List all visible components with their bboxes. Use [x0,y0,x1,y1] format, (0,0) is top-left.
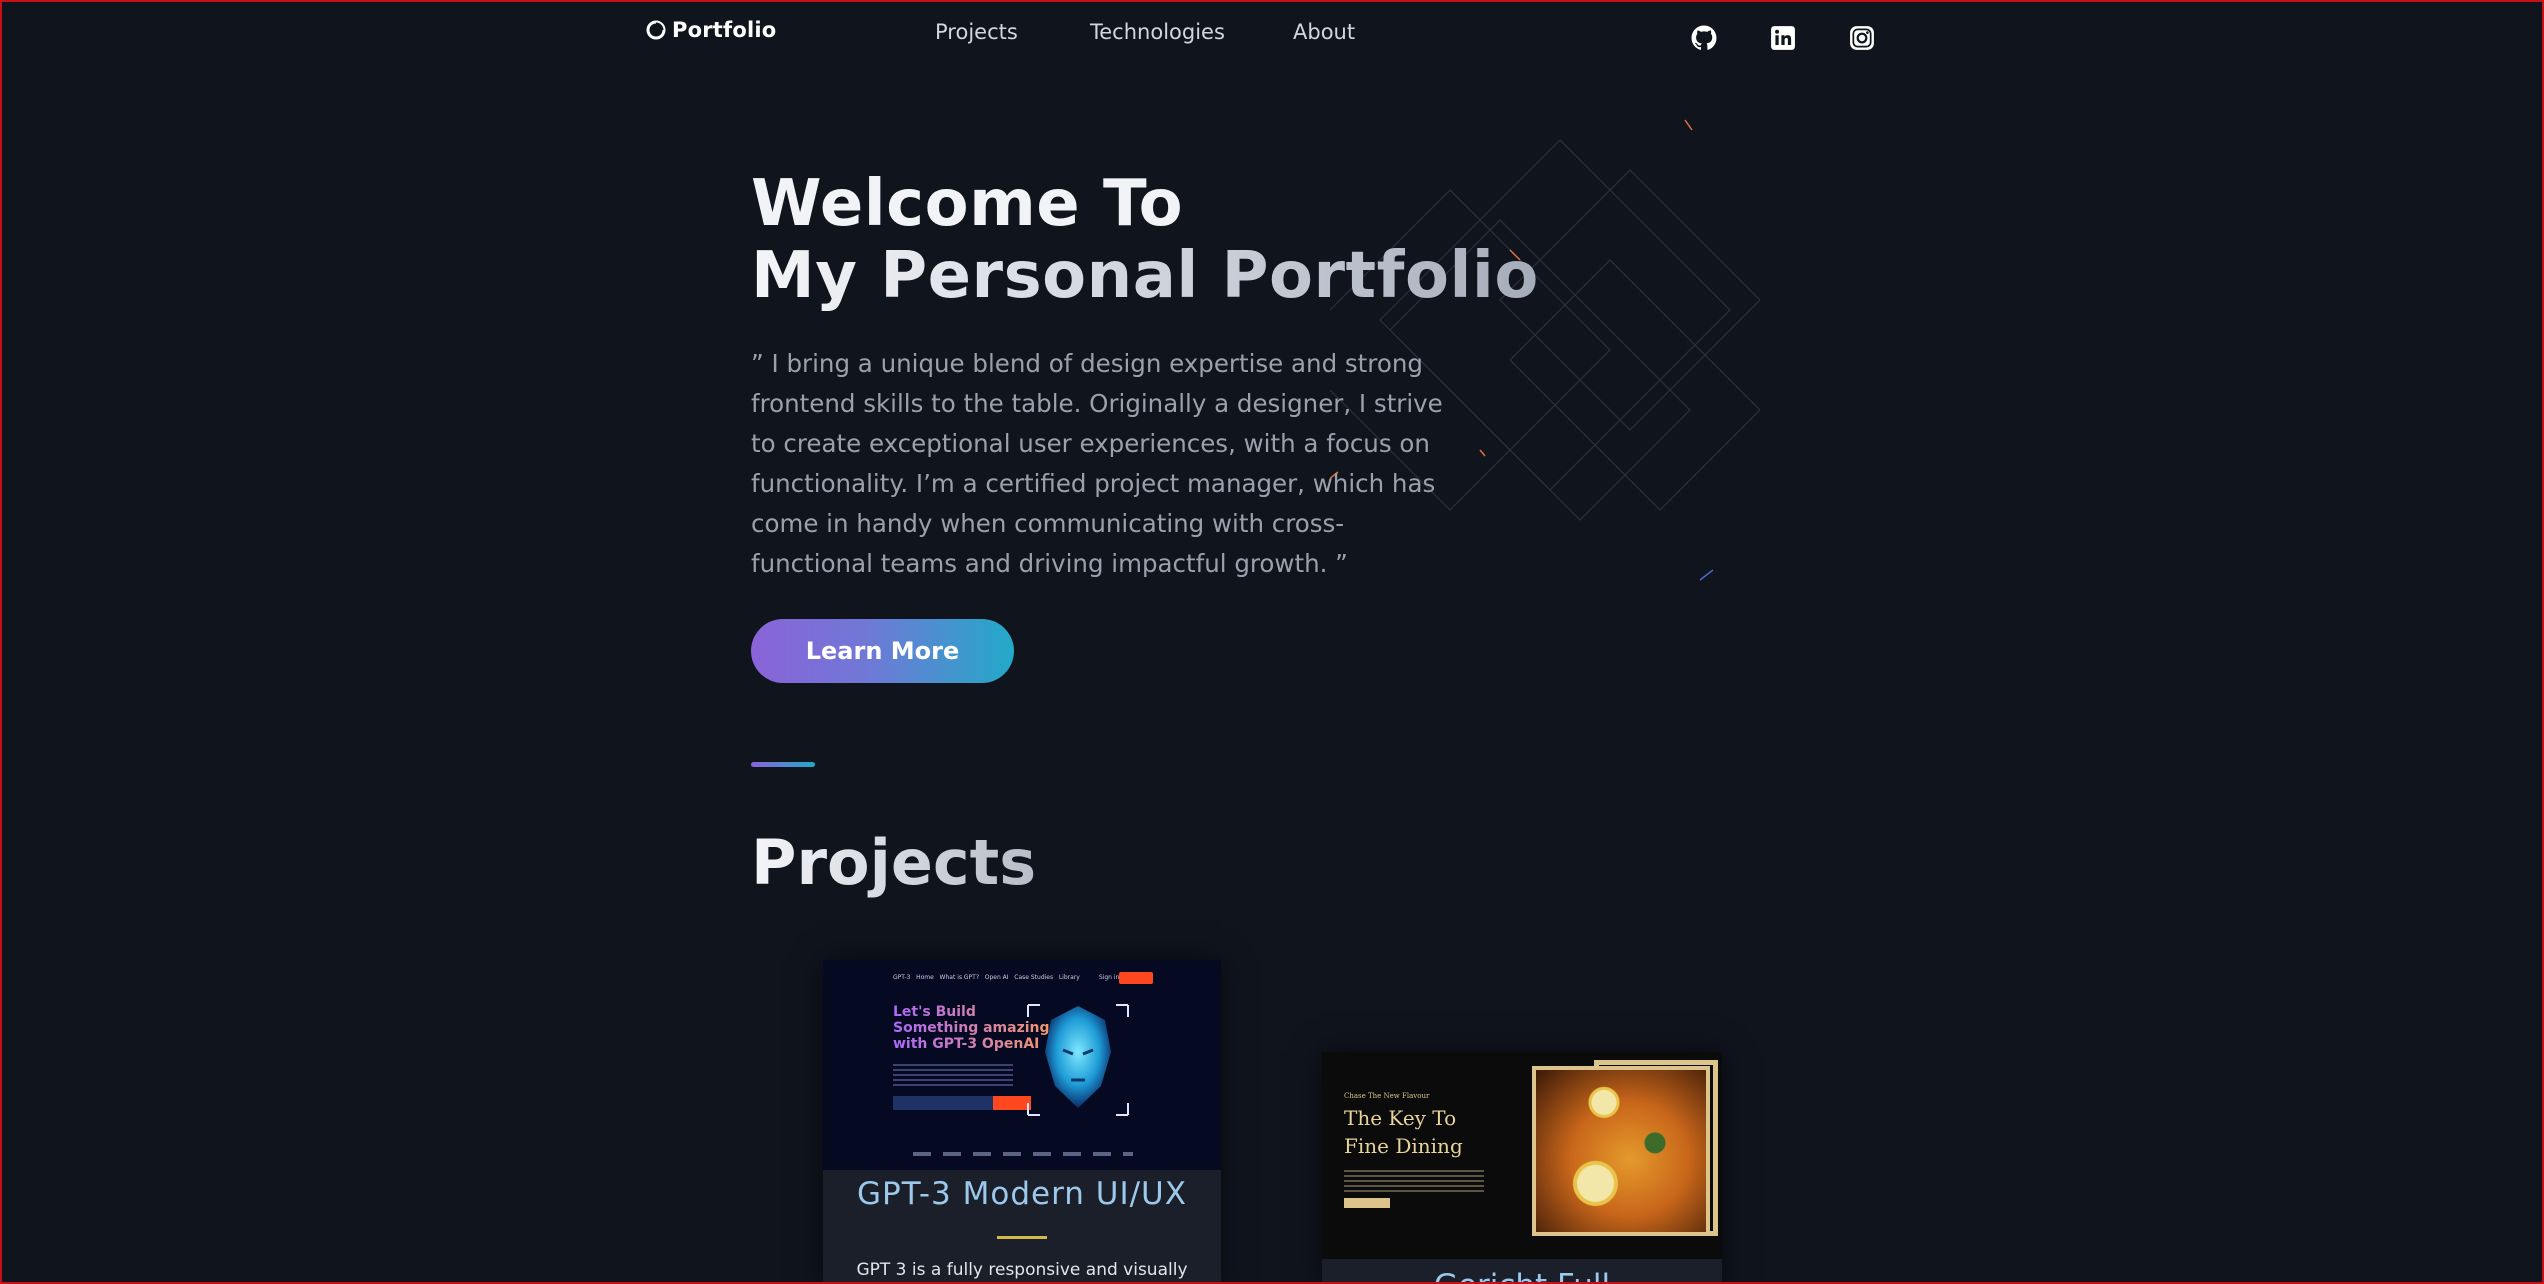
thumb-nav: GPT-3 Home What is GPT? Open AI Case Stu… [893,974,1120,981]
thumb-signup [1119,972,1153,984]
project-thumbnail-gericht: Chase The New Flavour The Key To Fine Di… [1322,1052,1722,1259]
hero-title: Welcome To My Personal Portfolio [751,168,1539,312]
project-card-description: GPT 3 is a fully responsive and visually [856,1260,1188,1280]
food-photo [1532,1066,1710,1236]
thumb-paragraph [1344,1170,1484,1192]
nav-about-link[interactable]: About [1293,20,1355,44]
thumb-headline: The Key To Fine Dining [1344,1106,1463,1158]
hero-title-line1: Welcome To [751,167,1184,241]
github-icon [1691,25,1717,50]
logo-icon [646,20,666,40]
linkedin-icon [1771,26,1795,50]
thumb-logos [913,1152,1133,1156]
hero-title-line2: My Personal Portfolio [751,239,1539,313]
linkedin-link[interactable] [1769,24,1797,52]
logo-link[interactable]: Portfolio [646,18,776,42]
thumb-input [893,1096,993,1110]
projects-heading: Projects [751,826,1037,899]
project-card-gpt3[interactable]: GPT-3 Home What is GPT? Open AI Case Stu… [823,960,1221,1284]
project-thumbnail-gpt3: GPT-3 Home What is GPT? Open AI Case Stu… [823,960,1221,1170]
project-card-title: Gericht Full [1322,1268,1722,1284]
card-title-underline [997,1236,1047,1239]
thumb-paragraph [893,1064,1013,1088]
thumb-button [1344,1198,1390,1208]
project-card-gericht[interactable]: Chase The New Flavour The Key To Fine Di… [1322,1052,1722,1284]
instagram-icon [1850,26,1874,50]
learn-more-button[interactable]: Learn More [751,619,1014,683]
hero-quote: ” I bring a unique blend of design exper… [751,349,1443,578]
section-divider [751,762,815,767]
logo-text: Portfolio [672,18,777,42]
instagram-link[interactable] [1848,24,1876,52]
github-link[interactable] [1690,24,1718,52]
nav-projects-link[interactable]: Projects [935,20,1018,44]
thumb-subtitle: Chase The New Flavour [1344,1092,1430,1100]
project-card-title: GPT-3 Modern UI/UX [857,1176,1187,1212]
ai-face-icon [1027,1004,1129,1116]
nav-technologies-link[interactable]: Technologies [1090,20,1225,44]
